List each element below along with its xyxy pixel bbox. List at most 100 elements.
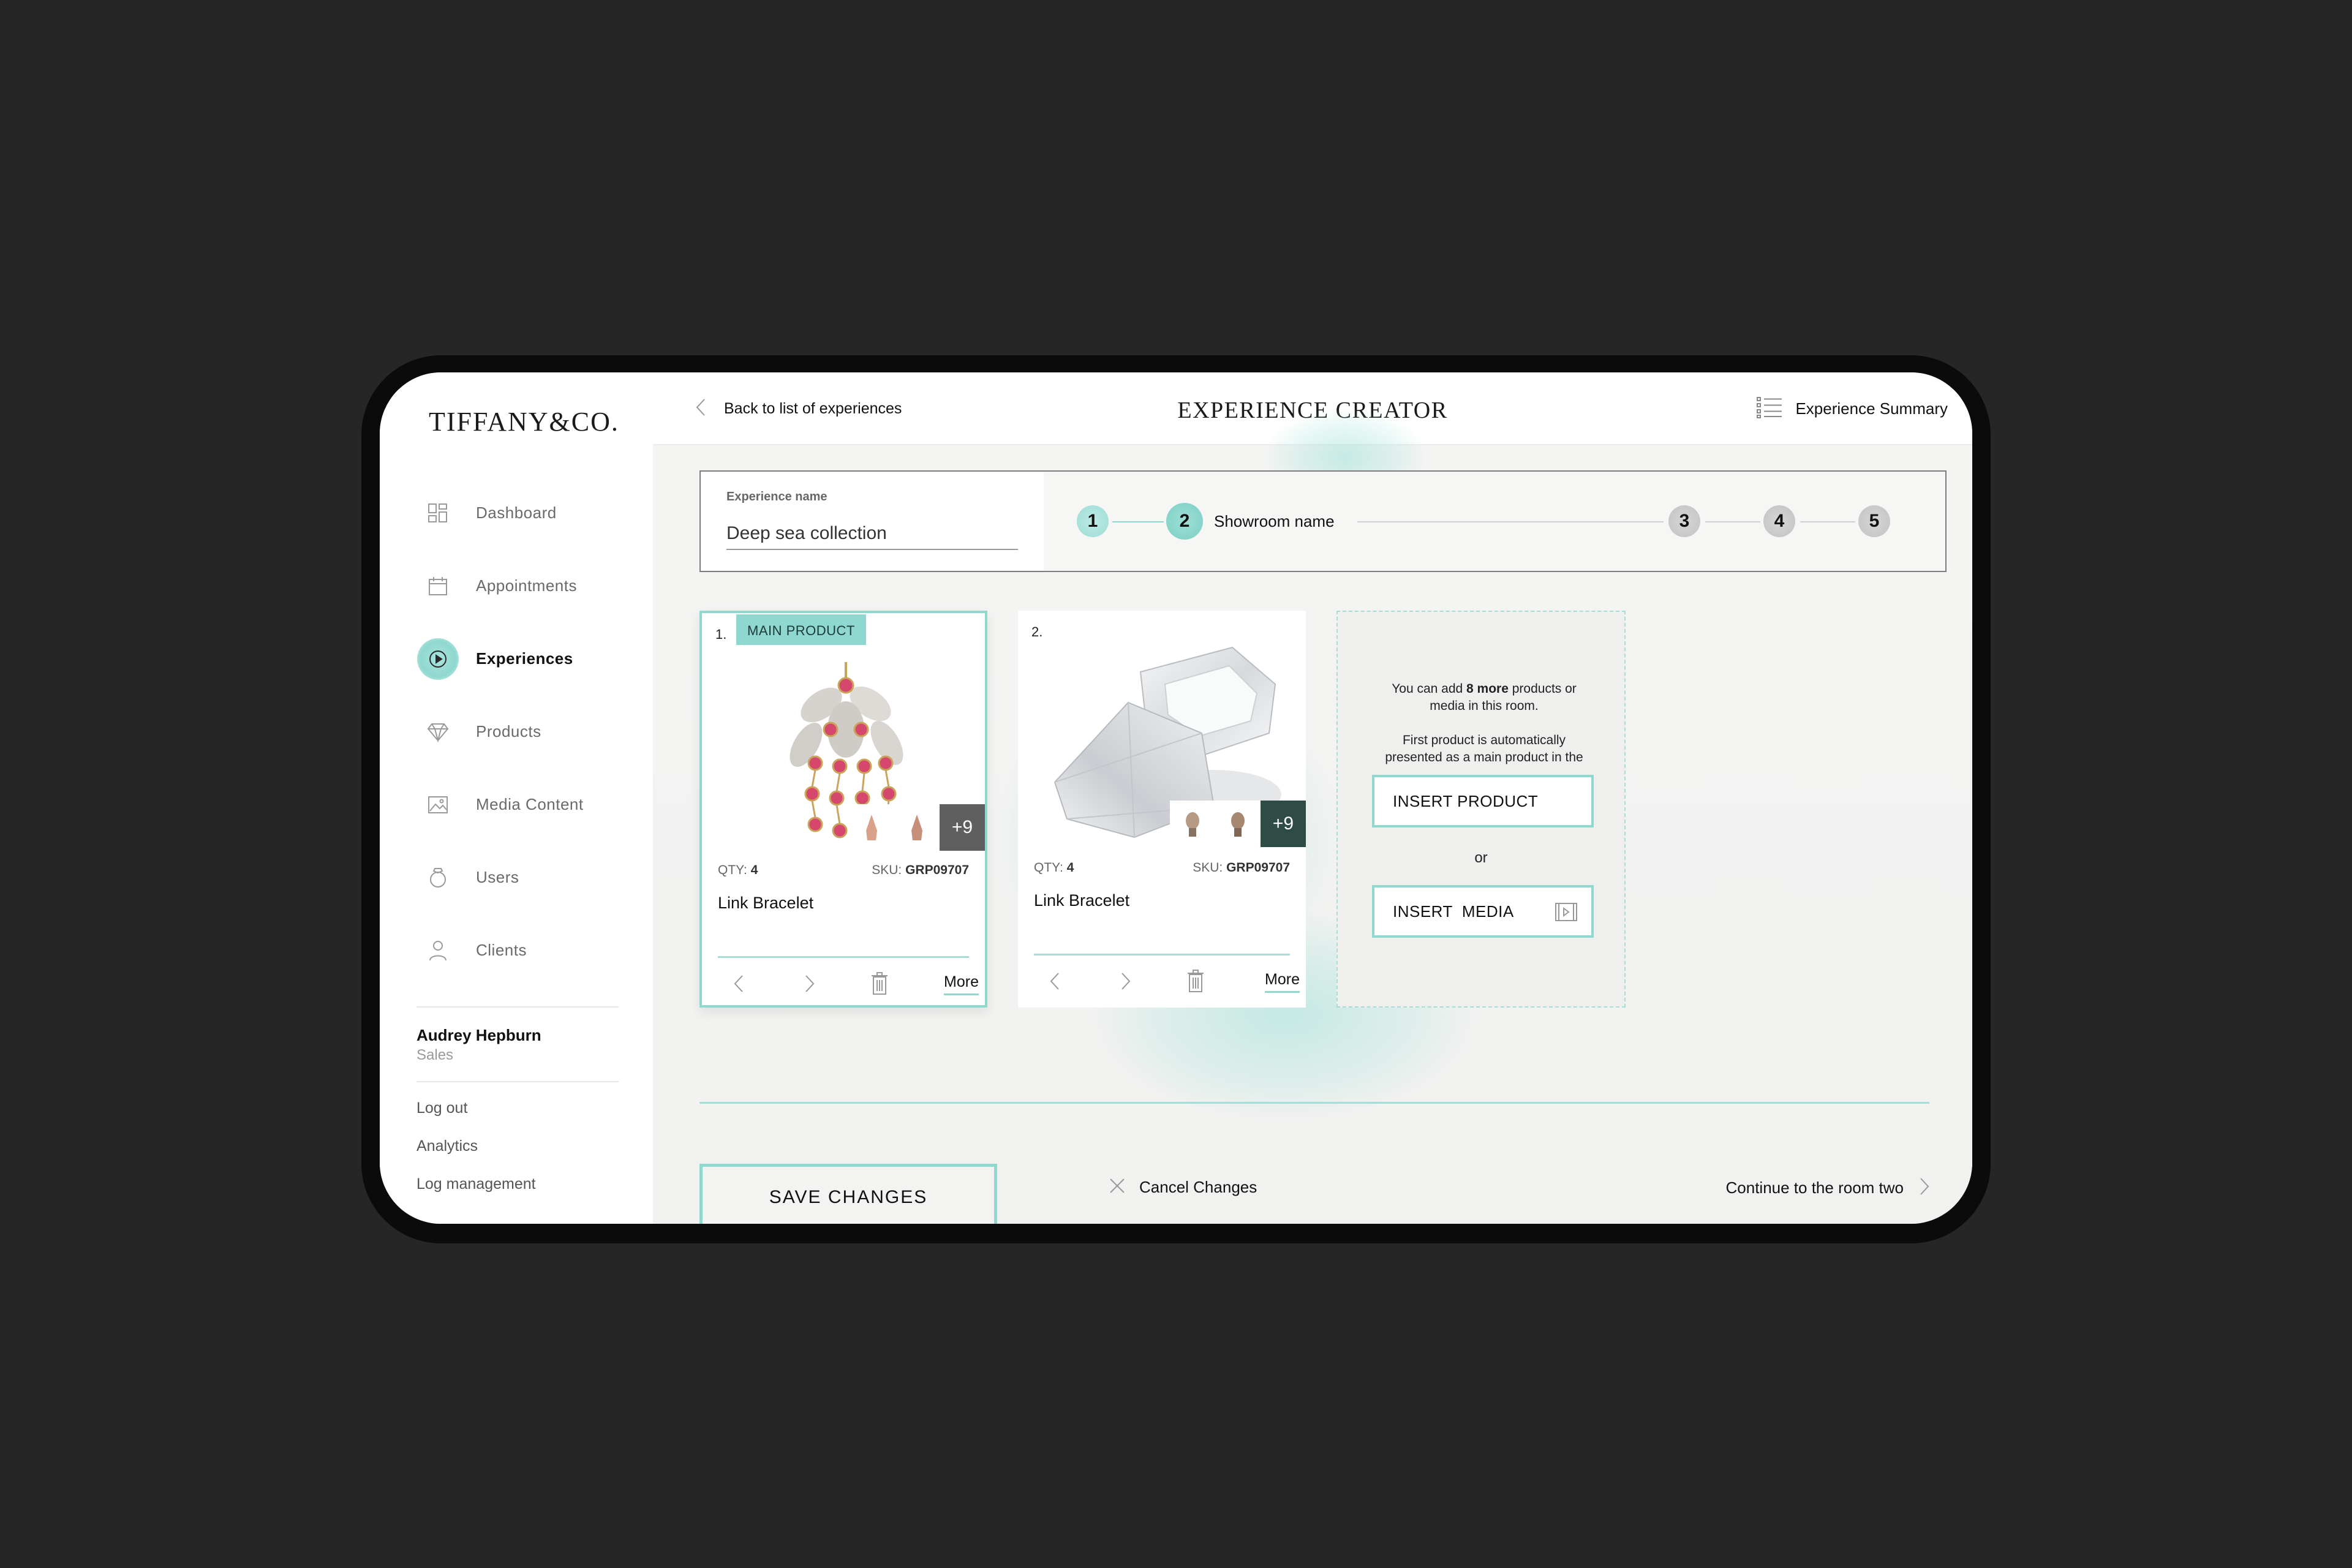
more-thumbnails-button[interactable]: +9 [940, 804, 985, 851]
thumbnail[interactable] [1215, 801, 1261, 847]
analytics-link[interactable]: Analytics [417, 1137, 478, 1155]
product-thumbnails: +9 [849, 804, 985, 851]
user-name: Audrey Hepburn [417, 1026, 541, 1044]
sidebar-item-experiences[interactable]: Experiences [417, 622, 646, 695]
divider [699, 1102, 1929, 1104]
main-content: Experience name 1 2 Showroom name 3 4 5 … [653, 409, 1972, 1224]
sku-label: SKU: [872, 863, 902, 877]
experience-name-input[interactable] [726, 518, 1018, 550]
ring-icon [426, 865, 450, 890]
insert-product-button[interactable]: INSERT PRODUCT [1372, 775, 1594, 827]
sidebar-item-products[interactable]: Products [426, 695, 646, 768]
sidebar-item-label: Products [476, 722, 541, 741]
qty-label: QTY: [718, 863, 747, 877]
move-right-icon[interactable] [805, 974, 815, 993]
person-icon [426, 938, 450, 963]
tablet-frame: TIFFANY&CO. Dashboard Appointments Exper… [361, 355, 1991, 1243]
close-icon [1109, 1177, 1126, 1197]
card-actions: More [1034, 966, 1306, 997]
experience-name-label: Experience name [726, 490, 827, 503]
dashboard-icon [426, 501, 450, 526]
sidebar-item-label: Media Content [476, 795, 584, 813]
app-screen: TIFFANY&CO. Dashboard Appointments Exper… [380, 372, 1972, 1224]
divider [1034, 954, 1290, 956]
video-icon [1555, 902, 1578, 926]
continue-label: Continue to the room two [1725, 1178, 1904, 1197]
step-connector [1357, 521, 1664, 522]
sidebar-item-label: Appointments [476, 576, 577, 595]
step-2-current[interactable]: 2 [1166, 503, 1203, 540]
product-name: Link Bracelet [1034, 891, 1130, 910]
remaining-count: 8 more [1466, 682, 1509, 696]
step-1[interactable]: 1 [1077, 505, 1109, 537]
qty-value: 4 [1066, 861, 1074, 875]
step-connector [1112, 521, 1164, 522]
play-icon [417, 638, 459, 680]
save-changes-button[interactable]: SAVE CHANGES [699, 1164, 997, 1224]
experience-name-panel: Experience name [701, 472, 1044, 571]
sidebar-item-label: Experiences [476, 649, 573, 668]
step-5[interactable]: 5 [1858, 505, 1890, 537]
product-qty: QTY: 4 [1034, 861, 1074, 875]
divider [417, 1006, 619, 1008]
sku-label: SKU: [1193, 861, 1223, 875]
main-product-note: First product is automatically presented… [1385, 733, 1583, 769]
current-step-label: Showroom name [1214, 512, 1335, 530]
logout-link[interactable]: Log out [417, 1099, 467, 1117]
product-card[interactable]: 2. +9 QTY: 4 SKU: GRP09707 Link Bracelet… [1018, 611, 1306, 1008]
trash-icon[interactable] [1187, 970, 1204, 993]
divider [718, 956, 969, 958]
chevron-right-icon [1920, 1177, 1929, 1199]
step-4[interactable]: 4 [1763, 505, 1795, 537]
thumbnail[interactable] [894, 804, 940, 851]
product-name: Link Bracelet [718, 894, 814, 912]
sidebar-item-clients[interactable]: Clients [426, 914, 646, 987]
qty-value: 4 [750, 863, 758, 877]
sidebar-item-dashboard[interactable]: Dashboard [426, 477, 646, 549]
cancel-changes-link[interactable]: Cancel Changes [1109, 1177, 1257, 1197]
calendar-icon [426, 574, 450, 598]
log-management-link[interactable]: Log management [417, 1175, 536, 1193]
list-icon [1756, 396, 1783, 422]
insert-media-button[interactable]: INSERT MEDIA [1372, 885, 1594, 938]
sidebar-item-appointments[interactable]: Appointments [426, 549, 646, 622]
experience-stepper: Experience name 1 2 Showroom name 3 4 5 [699, 470, 1947, 572]
user-role: Sales [417, 1047, 454, 1063]
experience-summary-link[interactable]: Experience Summary [1756, 396, 1948, 422]
qty-label: QTY: [1034, 861, 1063, 875]
insert-media-label: INSERT MEDIA [1393, 902, 1514, 921]
sidebar-item-users[interactable]: Users [426, 841, 646, 914]
sidebar: TIFFANY&CO. Dashboard Appointments Exper… [380, 372, 653, 1224]
divider [417, 1081, 619, 1082]
thumbnail[interactable] [1170, 801, 1215, 847]
or-separator: or [1474, 850, 1488, 866]
more-link[interactable]: More [1265, 971, 1300, 993]
move-left-icon[interactable] [734, 974, 744, 993]
card-actions: More [718, 968, 985, 999]
thumbnail[interactable] [849, 804, 894, 851]
more-link[interactable]: More [944, 973, 979, 995]
step-3[interactable]: 3 [1668, 505, 1700, 537]
diamond-icon [426, 720, 450, 744]
step-connector [1705, 521, 1760, 522]
product-qty: QTY: 4 [718, 863, 758, 878]
sidebar-item-label: Users [476, 868, 519, 886]
product-thumbnails: +9 [1170, 801, 1306, 847]
sidebar-item-label: Clients [476, 941, 527, 959]
sidebar-nav: Dashboard Appointments Experiences Produ… [417, 477, 646, 987]
sidebar-item-media-content[interactable]: Media Content [426, 768, 646, 841]
sku-value: GRP09707 [905, 863, 969, 877]
remaining-slots-text: You can add 8 more products or media in … [1374, 680, 1594, 715]
add-content-panel: You can add 8 more products or media in … [1336, 611, 1626, 1008]
product-card-main[interactable]: 1. MAIN PRODUCT +9 QTY: 4 SKU: GRP09707 … [699, 611, 987, 1008]
move-left-icon[interactable] [1050, 972, 1060, 990]
experience-summary-label: Experience Summary [1795, 399, 1948, 418]
trash-icon[interactable] [871, 972, 888, 995]
sidebar-item-label: Dashboard [476, 503, 557, 522]
product-sku: SKU: GRP09707 [872, 863, 969, 878]
more-thumbnails-button[interactable]: +9 [1261, 801, 1306, 847]
continue-room-link[interactable]: Continue to the room two [1726, 1177, 1930, 1199]
step-connector [1800, 521, 1855, 522]
sku-value: GRP09707 [1226, 861, 1290, 875]
move-right-icon[interactable] [1121, 972, 1131, 990]
